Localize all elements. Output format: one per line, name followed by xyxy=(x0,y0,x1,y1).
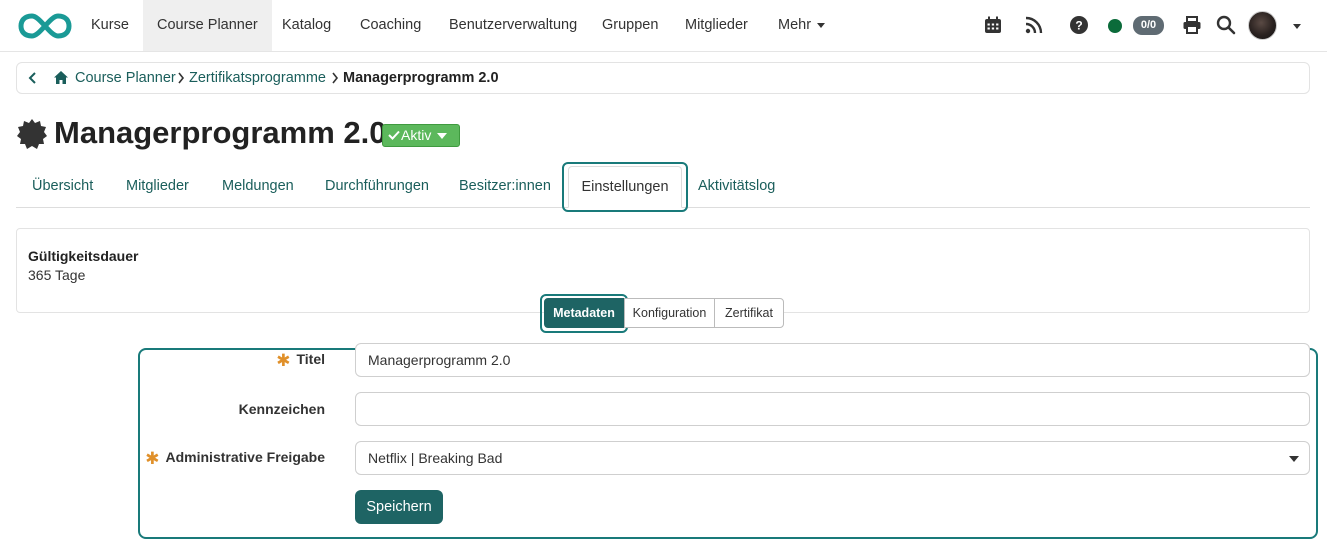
freigabe-field-label: ✱ Administrative Freigabe xyxy=(145,449,325,469)
nav-mehr-dropdown[interactable]: Mehr xyxy=(764,0,839,51)
chevron-down-icon xyxy=(1289,456,1299,462)
check-icon xyxy=(388,130,400,140)
freigabe-select[interactable]: Netflix | Breaking Bad xyxy=(355,441,1310,475)
help-icon[interactable]: ? xyxy=(1069,15,1089,35)
tab-bar: Übersicht Mitglieder Meldungen Durchführ… xyxy=(16,162,1310,212)
nav-course-planner[interactable]: Course Planner xyxy=(143,0,272,51)
validity-value: 365 Tage xyxy=(28,267,86,283)
nav-benutzerverwaltung[interactable]: Benutzerverwaltung xyxy=(435,0,591,51)
title-input[interactable] xyxy=(355,343,1310,377)
kennzeichen-input[interactable] xyxy=(355,392,1310,426)
chevron-right-icon xyxy=(332,72,339,84)
calendar-icon[interactable] xyxy=(983,15,1003,35)
chevron-left-icon[interactable] xyxy=(27,71,39,85)
nav-katalog[interactable]: Katalog xyxy=(268,0,345,51)
notification-badge[interactable]: 0/0 xyxy=(1133,16,1164,35)
tab-besitzerinnen[interactable]: Besitzer:innen xyxy=(459,166,551,207)
breadcrumb: Course Planner Zertifikatsprogramme Mana… xyxy=(16,62,1310,94)
required-asterisk-icon: ✱ xyxy=(145,449,160,468)
title-field-label: ✱ Titel xyxy=(276,351,325,371)
save-button[interactable]: Speichern xyxy=(355,490,443,524)
nav-mitglieder[interactable]: Mitglieder xyxy=(671,0,762,51)
chevron-down-icon[interactable] xyxy=(1293,24,1301,29)
print-icon[interactable] xyxy=(1182,15,1202,35)
nav-mehr-label: Mehr xyxy=(778,17,812,33)
rss-icon[interactable] xyxy=(1024,15,1044,35)
top-navbar: Kurse Course Planner Katalog Coaching Be… xyxy=(0,0,1327,52)
status-label: Aktiv xyxy=(401,127,432,143)
validity-label: Gültigkeitsdauer xyxy=(28,248,139,264)
breadcrumb-zertifikatsprogramme[interactable]: Zertifikatsprogramme xyxy=(189,70,326,86)
tab-einstellungen[interactable]: Einstellungen xyxy=(568,166,682,208)
page-title: Managerprogramm 2.0 xyxy=(54,115,387,150)
nav-coaching[interactable]: Coaching xyxy=(346,0,435,51)
status-dropdown[interactable]: Aktiv xyxy=(382,124,460,147)
search-icon[interactable] xyxy=(1216,15,1236,35)
tab-mitglieder[interactable]: Mitglieder xyxy=(126,166,189,207)
segment-zertifikat[interactable]: Zertifikat xyxy=(714,298,784,328)
title-label-text: Titel xyxy=(296,351,325,367)
tab-uebersicht[interactable]: Übersicht xyxy=(32,166,93,207)
avatar[interactable] xyxy=(1248,11,1277,40)
tab-durchfuehrungen[interactable]: Durchführungen xyxy=(325,166,429,207)
chevron-down-icon xyxy=(437,133,448,140)
kennzeichen-field-label: Kennzeichen xyxy=(238,401,325,417)
chevron-right-icon xyxy=(178,72,185,84)
segment-metadaten[interactable]: Metadaten xyxy=(544,298,624,328)
certificate-badge-icon xyxy=(17,119,47,149)
nav-gruppen[interactable]: Gruppen xyxy=(588,0,672,51)
logo-icon[interactable] xyxy=(18,12,72,40)
segment-konfiguration[interactable]: Konfiguration xyxy=(624,298,715,328)
breadcrumb-course-planner[interactable]: Course Planner xyxy=(75,70,176,86)
home-icon[interactable] xyxy=(53,70,69,85)
required-asterisk-icon: ✱ xyxy=(276,351,291,370)
freigabe-label-text: Administrative Freigabe xyxy=(165,449,326,465)
nav-kurse[interactable]: Kurse xyxy=(77,0,143,51)
breadcrumb-current: Managerprogramm 2.0 xyxy=(343,70,499,86)
tab-meldungen[interactable]: Meldungen xyxy=(222,166,294,207)
tab-aktivitaetslog[interactable]: Aktivitätslog xyxy=(698,166,775,207)
svg-text:?: ? xyxy=(1075,19,1082,33)
freigabe-select-value: Netflix | Breaking Bad xyxy=(368,450,503,466)
online-status-dot[interactable] xyxy=(1108,19,1122,33)
chevron-down-icon xyxy=(817,22,826,28)
